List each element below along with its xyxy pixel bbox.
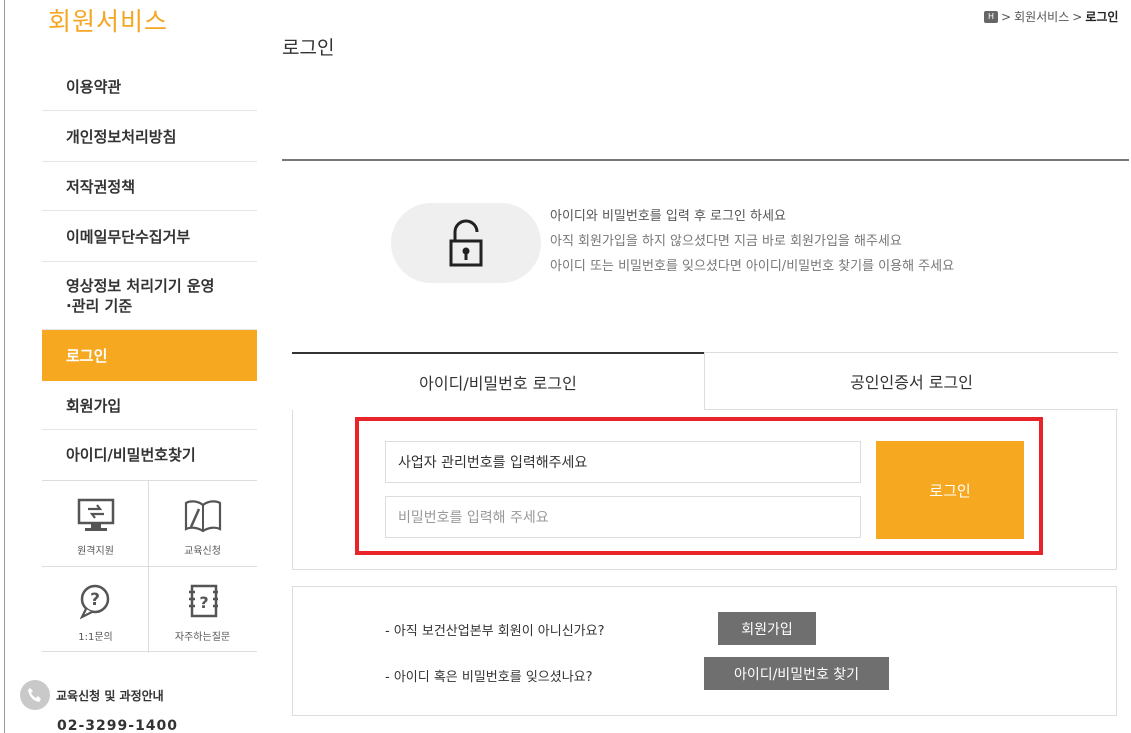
- tab-certificate-login[interactable]: 공인인증서 로그인: [704, 352, 1118, 410]
- quick-link-label: 교육신청: [184, 546, 221, 557]
- sidebar-item-find-account[interactable]: 아이디/비밀번호찾기: [42, 430, 257, 479]
- password-field[interactable]: 비밀번호를 입력해 주세요: [385, 496, 861, 538]
- unlock-icon: [449, 219, 483, 267]
- breadcrumb-separator: >: [1072, 9, 1083, 24]
- education-phone: 02-3299-1400: [57, 718, 179, 733]
- quick-link-label: 원격지원: [77, 546, 114, 557]
- sidebar-item-signup[interactable]: 회원가입: [42, 381, 257, 430]
- login-instructions: 아이디와 비밀번호를 입력 후 로그인 하세요 아직 회원가입을 하지 않으셨다…: [550, 206, 954, 281]
- sidebar-item-terms[interactable]: 이용약관: [42, 63, 257, 111]
- divider: [282, 159, 1129, 161]
- quick-links: 원격지원 교육신청 ? 1:1문의 ? 자주하는질문: [42, 480, 257, 653]
- breadcrumb-current: 로그인: [1085, 10, 1119, 24]
- id-field[interactable]: 사업자 관리번호를 입력해주세요: [385, 441, 861, 483]
- sidebar-item-login[interactable]: 로그인: [42, 330, 257, 381]
- phone-icon: [20, 680, 50, 710]
- svg-text:?: ?: [199, 593, 208, 612]
- sidebar-item-privacy[interactable]: 개인정보처리방침: [42, 111, 257, 162]
- quick-link-inquiry[interactable]: ? 1:1문의: [42, 567, 149, 653]
- education-contact[interactable]: 교육신청 및 과정안내 02-3299-1400: [20, 680, 210, 733]
- sidebar-item-copyright[interactable]: 저작권정책: [42, 162, 257, 211]
- signup-button[interactable]: 회원가입: [718, 612, 816, 645]
- quick-link-label: 자주하는질문: [174, 632, 231, 643]
- instruction-line: 아직 회원가입을 하지 않으셨다면 지금 바로 회원가입을 해주세요: [550, 234, 902, 249]
- find-account-button[interactable]: 아이디/비밀번호 찾기: [704, 657, 889, 690]
- login-button[interactable]: 로그인: [876, 441, 1024, 539]
- quick-link-faq[interactable]: ? 자주하는질문: [149, 567, 256, 653]
- tab-id-password-login[interactable]: 아이디/비밀번호 로그인: [292, 352, 704, 410]
- svg-text:?: ?: [90, 590, 100, 610]
- monitor-icon: [77, 498, 114, 531]
- sidebar: 이용약관 개인정보처리방침 저작권정책 이메일무단수집거부 영상정보 처리기기 …: [42, 0, 257, 733]
- breadcrumb-separator: >: [1001, 9, 1012, 24]
- sidebar-item-cctv-policy[interactable]: 영상정보 처리기기 운영 ·관리 기준: [42, 262, 257, 330]
- home-icon[interactable]: H: [984, 10, 998, 23]
- help-panel: [292, 586, 1117, 716]
- quick-link-education[interactable]: 교육신청: [149, 481, 256, 567]
- login-info-badge: [391, 203, 541, 283]
- faq-note-icon: ?: [188, 584, 218, 618]
- page-title: 로그인: [282, 37, 335, 59]
- sidebar-item-email-refusal[interactable]: 이메일무단수집거부: [42, 211, 257, 262]
- education-label: 교육신청 및 과정안내: [56, 688, 164, 703]
- quick-link-label: 1:1문의: [78, 632, 113, 643]
- breadcrumb: H > 회원서비스 > 로그인: [984, 8, 1118, 25]
- find-account-question: - 아이디 혹은 비밀번호를 잊으셨나요?: [385, 670, 593, 685]
- instruction-line: 아이디와 비밀번호를 입력 후 로그인 하세요: [550, 209, 786, 224]
- signup-question: - 아직 보건산업본부 회원이 아니신가요?: [385, 624, 605, 639]
- book-icon: [184, 500, 221, 533]
- sidebar-menu: 이용약관 개인정보처리방침 저작권정책 이메일무단수집거부 영상정보 처리기기 …: [42, 63, 257, 479]
- window-border: [4, 0, 5, 733]
- breadcrumb-item[interactable]: 회원서비스: [1014, 8, 1069, 25]
- question-bubble-icon: ?: [79, 584, 109, 619]
- instruction-line: 아이디 또는 비밀번호를 잊으셨다면 아이디/비밀번호 찾기를 이용해 주세요: [550, 259, 955, 274]
- quick-link-remote-support[interactable]: 원격지원: [42, 481, 149, 567]
